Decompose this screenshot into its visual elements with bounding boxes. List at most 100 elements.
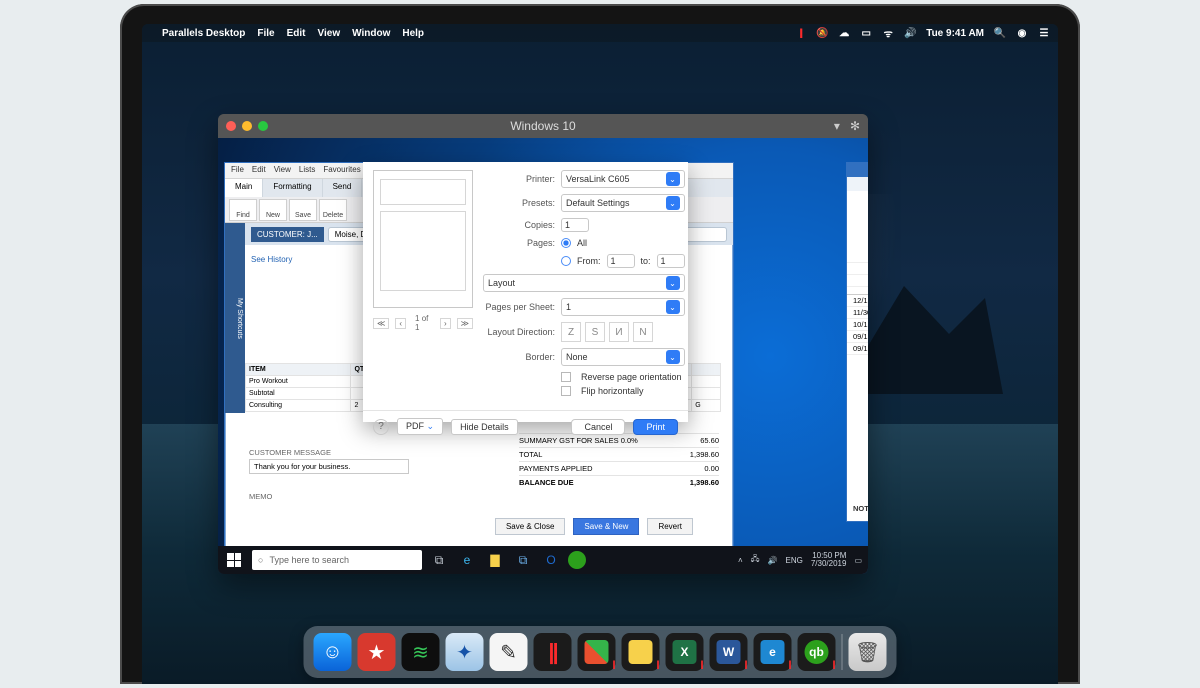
- txn-row[interactable]: 10/15/08Payment78.75: [847, 319, 868, 331]
- from-input[interactable]: 1: [607, 254, 635, 268]
- layout-dir-4[interactable]: N: [633, 322, 653, 342]
- to-input[interactable]: 1: [657, 254, 685, 268]
- tool-save[interactable]: Save: [289, 199, 317, 221]
- start-button[interactable]: [222, 550, 246, 570]
- revert-button[interactable]: Revert: [647, 518, 693, 535]
- spotlight-icon[interactable]: 🔍: [994, 27, 1006, 39]
- qb-shortcuts-sidebar[interactable]: My Shortcuts: [225, 223, 245, 413]
- qb-menu-file[interactable]: File: [231, 165, 244, 176]
- network-icon[interactable]: 🖧: [751, 553, 760, 567]
- menu-file[interactable]: File: [257, 28, 274, 39]
- qb-menu-lists[interactable]: Lists: [299, 165, 315, 176]
- taskbar-search[interactable]: ○ Type here to search: [252, 550, 422, 570]
- quickbooks-icon[interactable]: [568, 551, 586, 569]
- txn-row[interactable]: 09/18/08Invoice78.75: [847, 331, 868, 343]
- pages-range-radio[interactable]: [561, 256, 571, 266]
- printer-select[interactable]: VersaLink C605⌄: [561, 170, 685, 188]
- dock-textedit-icon[interactable]: ✎: [490, 633, 528, 671]
- tool-new[interactable]: New: [259, 199, 287, 221]
- save-close-button[interactable]: Save & Close: [495, 518, 565, 535]
- txn-row[interactable]: 09/18/08Invoice78.75: [847, 343, 868, 355]
- chevron-down-icon: ⌄: [666, 172, 680, 186]
- mac-dock: ☺ ★ ≋ ✦ ✎ || || || X|| W|| e|| qb|| 🗑: [304, 626, 897, 678]
- pdf-menu[interactable]: PDF ⌄: [397, 418, 443, 435]
- dock-word-icon[interactable]: W||: [710, 633, 748, 671]
- action-center-icon[interactable]: ▭: [854, 556, 862, 565]
- last-page-icon[interactable]: ≫: [457, 318, 473, 329]
- reverse-checkbox[interactable]: [561, 372, 571, 382]
- qb-tab-formatting[interactable]: Formatting: [263, 179, 322, 197]
- task-view-icon[interactable]: ⧉: [428, 550, 450, 570]
- save-new-button[interactable]: Save & New: [573, 518, 639, 535]
- cancel-button[interactable]: Cancel: [571, 419, 625, 435]
- qb-menu-view[interactable]: View: [274, 165, 291, 176]
- parallels-status-icon[interactable]: ||: [794, 27, 806, 39]
- tool-delete[interactable]: Delete: [319, 199, 347, 221]
- dock-parallels-icon[interactable]: ||: [534, 633, 572, 671]
- siri-icon[interactable]: ◉: [1016, 27, 1028, 39]
- tray-up-icon[interactable]: ˄: [738, 556, 743, 565]
- qb-tab-main[interactable]: Main: [225, 179, 263, 197]
- print-button[interactable]: Print: [633, 419, 678, 435]
- cloud-icon[interactable]: ☁: [838, 27, 850, 39]
- vm-settings-icon[interactable]: ✻: [850, 119, 860, 133]
- taskbar-clock[interactable]: 10:50 PM 7/30/2019: [811, 552, 847, 568]
- dock-safari-icon[interactable]: ✦: [446, 633, 484, 671]
- menu-view[interactable]: View: [318, 28, 341, 39]
- msg-field[interactable]: Thank you for your business.: [249, 459, 409, 474]
- transactions-panel: ⤢ 898-9996 1,762.31 0 12/15/08Invoice1,3…: [846, 162, 868, 522]
- notification-center-icon[interactable]: ☰: [1038, 27, 1050, 39]
- outlook-icon[interactable]: O: [540, 550, 562, 570]
- menubar-clock[interactable]: Tue 9:41 AM: [926, 28, 984, 39]
- dock-wunderlist-icon[interactable]: ★: [358, 633, 396, 671]
- vm-titlebar[interactable]: Windows 10 ▾ ✻: [218, 114, 868, 138]
- menu-edit[interactable]: Edit: [287, 28, 306, 39]
- qb-menu-edit[interactable]: Edit: [252, 165, 266, 176]
- flip-checkbox[interactable]: [561, 386, 571, 396]
- help-icon[interactable]: ?: [373, 419, 389, 435]
- msg-label: CUSTOMER MESSAGE: [249, 448, 409, 457]
- dock-trash-icon[interactable]: 🗑: [849, 633, 887, 671]
- app-name[interactable]: Parallels Desktop: [162, 28, 245, 39]
- first-page-icon[interactable]: ≪: [373, 318, 389, 329]
- pages-all-radio[interactable]: [561, 238, 571, 248]
- qb-menu-fav[interactable]: Favourites: [323, 165, 360, 176]
- next-page-icon[interactable]: ›: [440, 318, 451, 329]
- tool-find[interactable]: Find: [229, 199, 257, 221]
- airplay-icon[interactable]: ▭: [860, 27, 872, 39]
- txn-row[interactable]: 11/30/08Payment78.75: [847, 307, 868, 319]
- vm-menu-icon[interactable]: ▾: [834, 119, 840, 133]
- from-label: From:: [577, 256, 601, 266]
- dock-edge-icon[interactable]: e||: [754, 633, 792, 671]
- prev-page-icon[interactable]: ‹: [395, 318, 406, 329]
- edge-icon[interactable]: e: [456, 550, 478, 570]
- border-select[interactable]: None⌄: [561, 348, 685, 366]
- lang-indicator[interactable]: ENG: [786, 556, 803, 565]
- wifi-icon[interactable]: ᯤ: [882, 27, 894, 39]
- sound-icon[interactable]: 🔊: [768, 556, 778, 565]
- do-not-disturb-icon[interactable]: 🔕: [816, 27, 828, 39]
- see-history-link[interactable]: See History: [251, 255, 292, 264]
- copies-input[interactable]: 1: [561, 218, 589, 232]
- layout-dir-1[interactable]: Z: [561, 322, 581, 342]
- dock-windows-icon[interactable]: ||: [578, 633, 616, 671]
- mac-menubar: Parallels Desktop File Edit View Window …: [142, 24, 1058, 42]
- dock-quickbooks-icon[interactable]: qb||: [798, 633, 836, 671]
- volume-icon[interactable]: 🔊: [904, 27, 916, 39]
- dock-finder-icon[interactable]: ☺: [314, 633, 352, 671]
- layout-dir-3[interactable]: И: [609, 322, 629, 342]
- presets-select[interactable]: Default Settings⌄: [561, 194, 685, 212]
- dock-activity-icon[interactable]: ≋: [402, 633, 440, 671]
- store-icon[interactable]: ⧉: [512, 550, 534, 570]
- pps-select[interactable]: 1⌄: [561, 298, 685, 316]
- layout-dir-2[interactable]: S: [585, 322, 605, 342]
- qb-tab-send[interactable]: Send: [323, 179, 363, 197]
- section-select[interactable]: Layout⌄: [483, 274, 685, 292]
- file-explorer-icon[interactable]: ▇: [484, 550, 506, 570]
- hide-details-button[interactable]: Hide Details: [451, 419, 518, 435]
- menu-help[interactable]: Help: [402, 28, 424, 39]
- txn-row[interactable]: 12/15/08Invoice1,398.60: [847, 295, 868, 307]
- menu-window[interactable]: Window: [352, 28, 390, 39]
- dock-file-explorer-icon[interactable]: ||: [622, 633, 660, 671]
- dock-excel-icon[interactable]: X||: [666, 633, 704, 671]
